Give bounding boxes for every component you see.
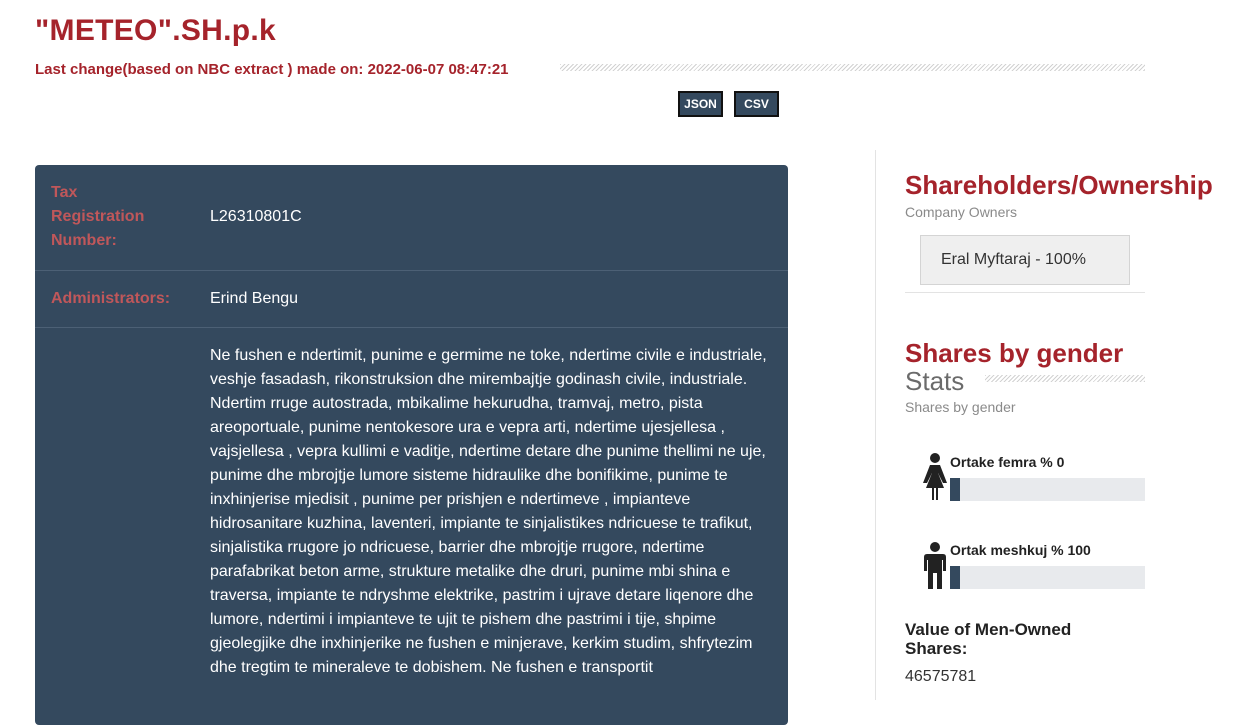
male-shares-fill — [950, 566, 960, 589]
administrators-row: Administrators: Erind Bengu — [35, 271, 788, 328]
tax-number-value: L26310801C — [210, 208, 302, 225]
ownership-heading: Shareholders/Ownership — [905, 170, 1213, 200]
decorative-divider — [985, 375, 1145, 382]
company-name: "METEO".SH.p.k — [35, 14, 277, 47]
stats-label: Stats — [905, 366, 965, 396]
gender-heading: Shares by gender — [905, 338, 1124, 368]
men-owned-value-label: Value of Men-Owned Shares: — [905, 620, 1072, 658]
owner-item[interactable]: Eral Myftaraj - 100% — [920, 235, 1130, 285]
tax-number-row: Tax Registration Number: L26310801C — [35, 165, 788, 271]
male-shares-label: Ortak meshkuj % 100 — [950, 542, 1091, 558]
gender-subtitle: Shares by gender — [905, 399, 1016, 415]
administrators-label: Administrators: — [51, 290, 171, 307]
sidebar-divider — [875, 150, 876, 700]
tax-number-label: Tax Registration Number: — [51, 184, 145, 249]
male-shares-bar — [950, 566, 1145, 589]
female-figure-icon — [923, 453, 947, 500]
ownership-subtitle: Company Owners — [905, 204, 1018, 220]
export-csv-button[interactable]: CSV — [734, 91, 779, 117]
decorative-divider — [560, 64, 1145, 71]
female-shares-bar — [950, 478, 1145, 501]
administrators-value: Erind Bengu — [210, 290, 299, 307]
men-owned-value: 46575781 — [905, 668, 977, 685]
male-figure-icon — [924, 542, 946, 589]
ownership-divider — [905, 292, 1145, 293]
last-change-text: Last change(based on NBC extract ) made … — [35, 61, 509, 78]
female-shares-label: Ortake femra % 0 — [950, 454, 1065, 470]
female-shares-fill — [950, 478, 960, 501]
activity-description: Ne fushen e ndertimit, punime e germime … — [210, 347, 767, 676]
company-details-panel: Tax Registration Number: L26310801C Admi… — [35, 165, 788, 725]
export-json-button[interactable]: JSON — [678, 91, 723, 117]
activity-row: Ne fushen e ndertimit, punime e germime … — [35, 328, 788, 725]
